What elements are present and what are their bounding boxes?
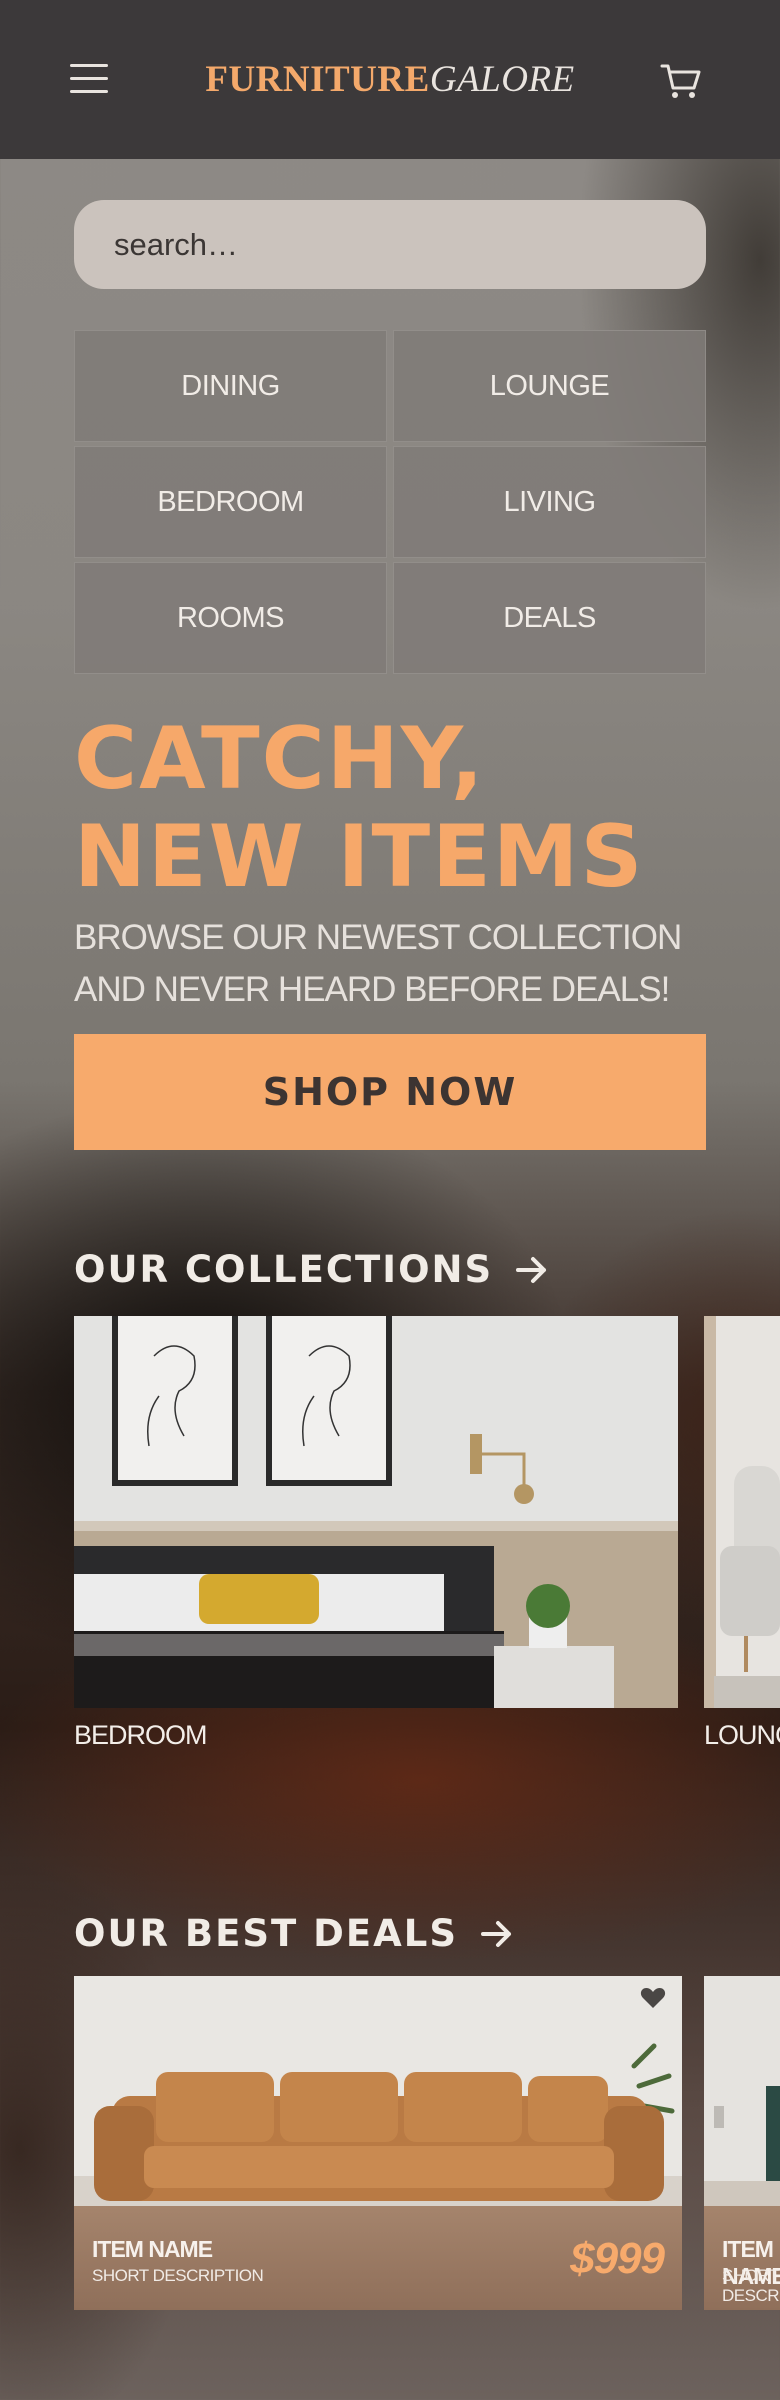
- category-bedroom[interactable]: BEDROOM: [74, 446, 387, 558]
- hero-title-line2: NEW ITEMS: [74, 807, 645, 907]
- brand-name-part1: FURNITURE: [205, 59, 430, 100]
- deals-heading[interactable]: OUR BEST DEALS: [74, 1912, 514, 1955]
- category-deals[interactable]: DEALS: [393, 562, 706, 674]
- collection-label-lounge: LOUNGE: [704, 1720, 780, 1750]
- hero-subtitle: BROWSE OUR NEWEST COLLECTION AND NEVER H…: [74, 912, 734, 1016]
- hero-subtitle-line2: AND NEVER HEARD BEFORE DEALS!: [74, 970, 670, 1009]
- collections-title: OUR COLLECTIONS: [74, 1248, 494, 1291]
- hero-subtitle-line1: BROWSE OUR NEWEST COLLECTION: [74, 918, 682, 957]
- shopping-cart-icon[interactable]: [660, 62, 702, 100]
- arrow-right-icon: [480, 1920, 511, 1947]
- bedroom-image: [74, 1316, 678, 1708]
- deal-info-panel: ITEM NAME SHORT DESCRIPTION $999: [74, 2206, 682, 2310]
- top-header: FURNITUREGALORE: [0, 0, 780, 159]
- collection-card-lounge[interactable]: [704, 1316, 780, 1708]
- category-dining[interactable]: DINING: [74, 330, 387, 442]
- deal-card[interactable]: ITEM NAME SHORT DESCRIPTION $999: [74, 1976, 682, 2310]
- collections-heading[interactable]: OUR COLLECTIONS: [74, 1248, 549, 1291]
- deal-item-price: $999: [570, 2234, 665, 2283]
- brand-name-part2: GALORE: [429, 59, 575, 100]
- deal-item-name: ITEM NAME: [92, 2236, 213, 2262]
- heart-icon[interactable]: [640, 1986, 666, 2010]
- category-living[interactable]: LIVING: [393, 446, 706, 558]
- shop-now-button[interactable]: SHOP NOW: [74, 1034, 706, 1150]
- arrow-right-icon: [516, 1256, 547, 1283]
- search-input[interactable]: [74, 200, 706, 289]
- deal-item-description: SHORT DESCRIPTION: [92, 2266, 264, 2285]
- category-grid: DINING LOUNGE BEDROOM LIVING ROOMS DEALS: [74, 330, 706, 674]
- collection-card-bedroom[interactable]: [74, 1316, 678, 1708]
- category-lounge[interactable]: LOUNGE: [393, 330, 706, 442]
- hero-title: CATCHY, NEW ITEMS: [74, 710, 754, 906]
- collection-label-bedroom: BEDROOM: [74, 1720, 208, 1750]
- deal-info-panel: ITEM NAME SHORT DESCRIPTION: [704, 2206, 780, 2310]
- deals-title: OUR BEST DEALS: [74, 1912, 458, 1955]
- category-rooms[interactable]: ROOMS: [74, 562, 387, 674]
- deal-card[interactable]: ITEM NAME SHORT DESCRIPTION: [704, 1976, 780, 2310]
- lounge-image: [704, 1316, 780, 1708]
- hero-title-line1: CATCHY,: [74, 709, 486, 809]
- deal-item-description: SHORT DESCRIPTION: [722, 2266, 780, 2305]
